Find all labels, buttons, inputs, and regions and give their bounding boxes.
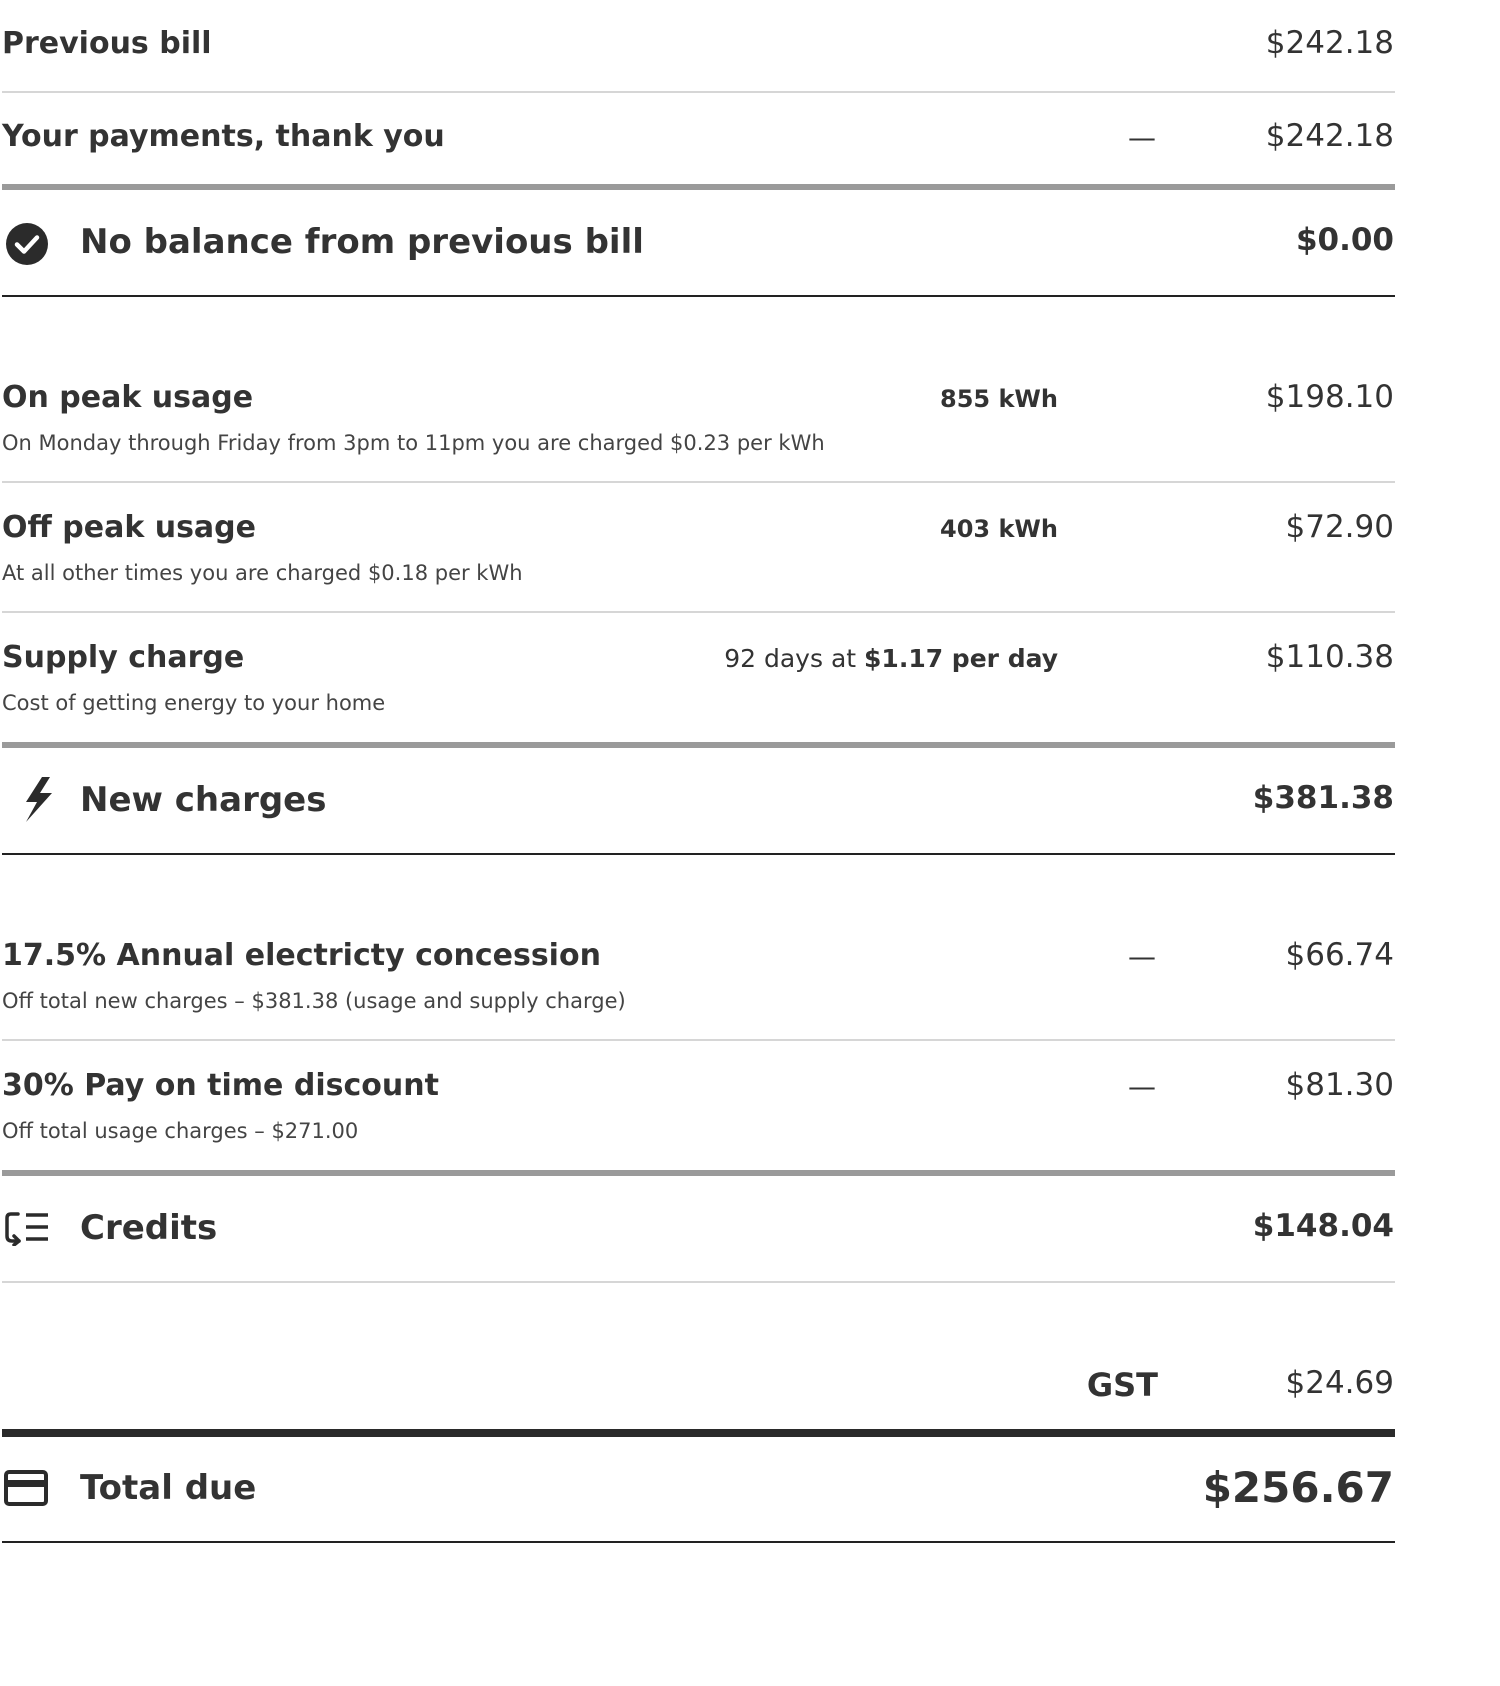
credits-label: Credits xyxy=(80,1208,218,1248)
concession-amount: $66.74 xyxy=(1285,937,1394,973)
balance-label: No balance from previous bill xyxy=(80,222,644,262)
on-peak-desc: On Monday through Friday from 3pm to 11p… xyxy=(2,431,825,455)
new-charges-amount: $381.38 xyxy=(1252,780,1394,816)
concession-desc: Off total new charges – $381.38 (usage a… xyxy=(2,989,626,1013)
divider xyxy=(2,1039,1395,1041)
on-peak-label: On peak usage xyxy=(2,380,254,415)
section-end-divider xyxy=(2,1541,1395,1543)
section-divider xyxy=(2,184,1395,190)
minus-sign: — xyxy=(1128,1070,1156,1103)
supply-desc: Cost of getting energy to your home xyxy=(2,691,386,715)
divider xyxy=(2,611,1395,613)
supply-rate-text: 92 days at $1.17 per day xyxy=(724,644,1058,673)
total-divider xyxy=(2,1429,1395,1437)
pay-on-time-amount: $81.30 xyxy=(1285,1067,1394,1103)
divider xyxy=(2,1281,1395,1283)
section-end-divider xyxy=(2,295,1395,297)
previous-bill-amount: $242.18 xyxy=(1265,25,1394,61)
off-peak-qty: 403 kWh xyxy=(940,515,1058,543)
off-peak-desc: At all other times you are charged $0.18… xyxy=(2,561,523,585)
check-circle-icon xyxy=(6,223,48,265)
divider xyxy=(2,481,1395,483)
section-divider xyxy=(2,1170,1395,1176)
lightning-bolt-icon xyxy=(26,777,52,822)
pay-on-time-label: 30% Pay on time discount xyxy=(2,1068,439,1103)
divider xyxy=(2,91,1395,93)
supply-amount: $110.38 xyxy=(1265,639,1394,675)
off-peak-label: Off peak usage xyxy=(2,510,256,545)
total-amount: $256.67 xyxy=(1202,1463,1394,1512)
supply-label: Supply charge xyxy=(2,640,245,675)
minus-sign: — xyxy=(1128,940,1156,973)
credits-list-icon xyxy=(5,1212,48,1246)
total-label: Total due xyxy=(80,1468,257,1508)
pay-on-time-desc: Off total usage charges – $271.00 xyxy=(2,1119,359,1143)
credit-card-icon xyxy=(4,1470,48,1506)
off-peak-amount: $72.90 xyxy=(1285,509,1394,545)
concession-label: 17.5% Annual electricty concession xyxy=(2,938,601,973)
gst-label: GST xyxy=(1086,1366,1158,1404)
supply-days: 92 days at xyxy=(724,644,857,673)
payments-label: Your payments, thank you xyxy=(2,119,445,154)
on-peak-amount: $198.10 xyxy=(1265,379,1394,415)
section-divider xyxy=(2,742,1395,748)
credits-amount: $148.04 xyxy=(1252,1208,1394,1244)
on-peak-qty: 855 kWh xyxy=(940,385,1058,413)
new-charges-label: New charges xyxy=(80,780,327,820)
previous-bill-label: Previous bill xyxy=(2,26,212,61)
gst-amount: $24.69 xyxy=(1285,1365,1394,1401)
payments-amount: $242.18 xyxy=(1265,118,1394,154)
balance-amount: $0.00 xyxy=(1295,222,1394,258)
minus-sign: — xyxy=(1128,121,1156,154)
supply-rate: $1.17 per day xyxy=(864,644,1058,673)
section-end-divider xyxy=(2,853,1395,855)
